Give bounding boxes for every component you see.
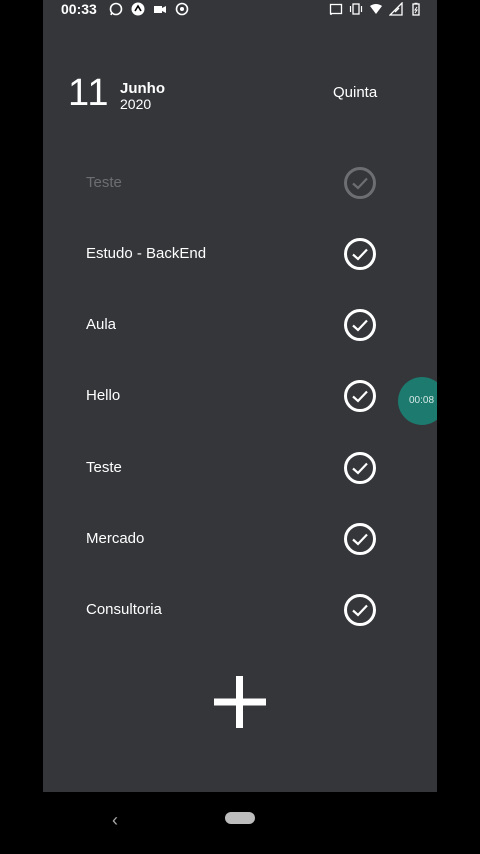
check-circle-icon[interactable] xyxy=(343,166,377,200)
status-time: 00:33 xyxy=(61,1,97,17)
weekday-label: Quinta xyxy=(333,84,378,101)
task-label: Aula xyxy=(86,316,117,333)
system-icons xyxy=(329,0,423,18)
wifi-icon xyxy=(370,4,382,14)
sync-icon xyxy=(175,2,189,16)
task-label: Teste xyxy=(86,174,122,191)
navigation-bar: ‹ xyxy=(0,792,480,854)
camera-icon xyxy=(154,6,166,13)
cast-icon xyxy=(329,3,343,15)
battery-icon xyxy=(412,2,420,16)
task-item[interactable]: Consultoria xyxy=(43,587,437,637)
check-circle-icon[interactable] xyxy=(343,522,377,556)
home-pill[interactable] xyxy=(225,812,255,824)
date-day: 11 xyxy=(68,72,110,114)
task-item[interactable]: Teste xyxy=(43,445,437,495)
check-circle-icon[interactable] xyxy=(343,593,377,627)
app-screen: 00:33 11 Junho 2020 Quinta Teste Estudo … xyxy=(43,0,437,792)
add-task-button[interactable] xyxy=(212,674,268,730)
check-circle-icon[interactable] xyxy=(343,237,377,271)
notification-icons xyxy=(109,0,189,18)
task-label: Teste xyxy=(86,459,122,476)
status-bar: 00:33 xyxy=(43,0,437,18)
task-item[interactable]: Teste xyxy=(43,160,437,210)
check-circle-icon[interactable] xyxy=(343,451,377,485)
vibrate-icon xyxy=(349,3,363,15)
back-icon[interactable]: ‹ xyxy=(112,810,118,831)
task-label: Mercado xyxy=(86,530,145,547)
task-label: Consultoria xyxy=(86,601,162,618)
task-item[interactable]: Estudo - BackEnd xyxy=(43,231,437,281)
check-circle-icon[interactable] xyxy=(343,308,377,342)
arrow-up-icon xyxy=(131,2,145,16)
date-year: 2020 xyxy=(120,96,152,112)
signal-icon xyxy=(389,2,403,16)
check-circle-icon[interactable] xyxy=(343,379,377,413)
task-item[interactable]: Hello xyxy=(43,373,437,423)
task-item[interactable]: Aula xyxy=(43,302,437,352)
task-label: Estudo - BackEnd xyxy=(86,245,207,262)
whatsapp-icon xyxy=(109,2,123,16)
date-month: Junho xyxy=(120,80,165,97)
task-item[interactable]: Mercado xyxy=(43,516,437,566)
recording-timer: 00:08 xyxy=(409,395,435,406)
task-label: Hello xyxy=(86,387,121,404)
